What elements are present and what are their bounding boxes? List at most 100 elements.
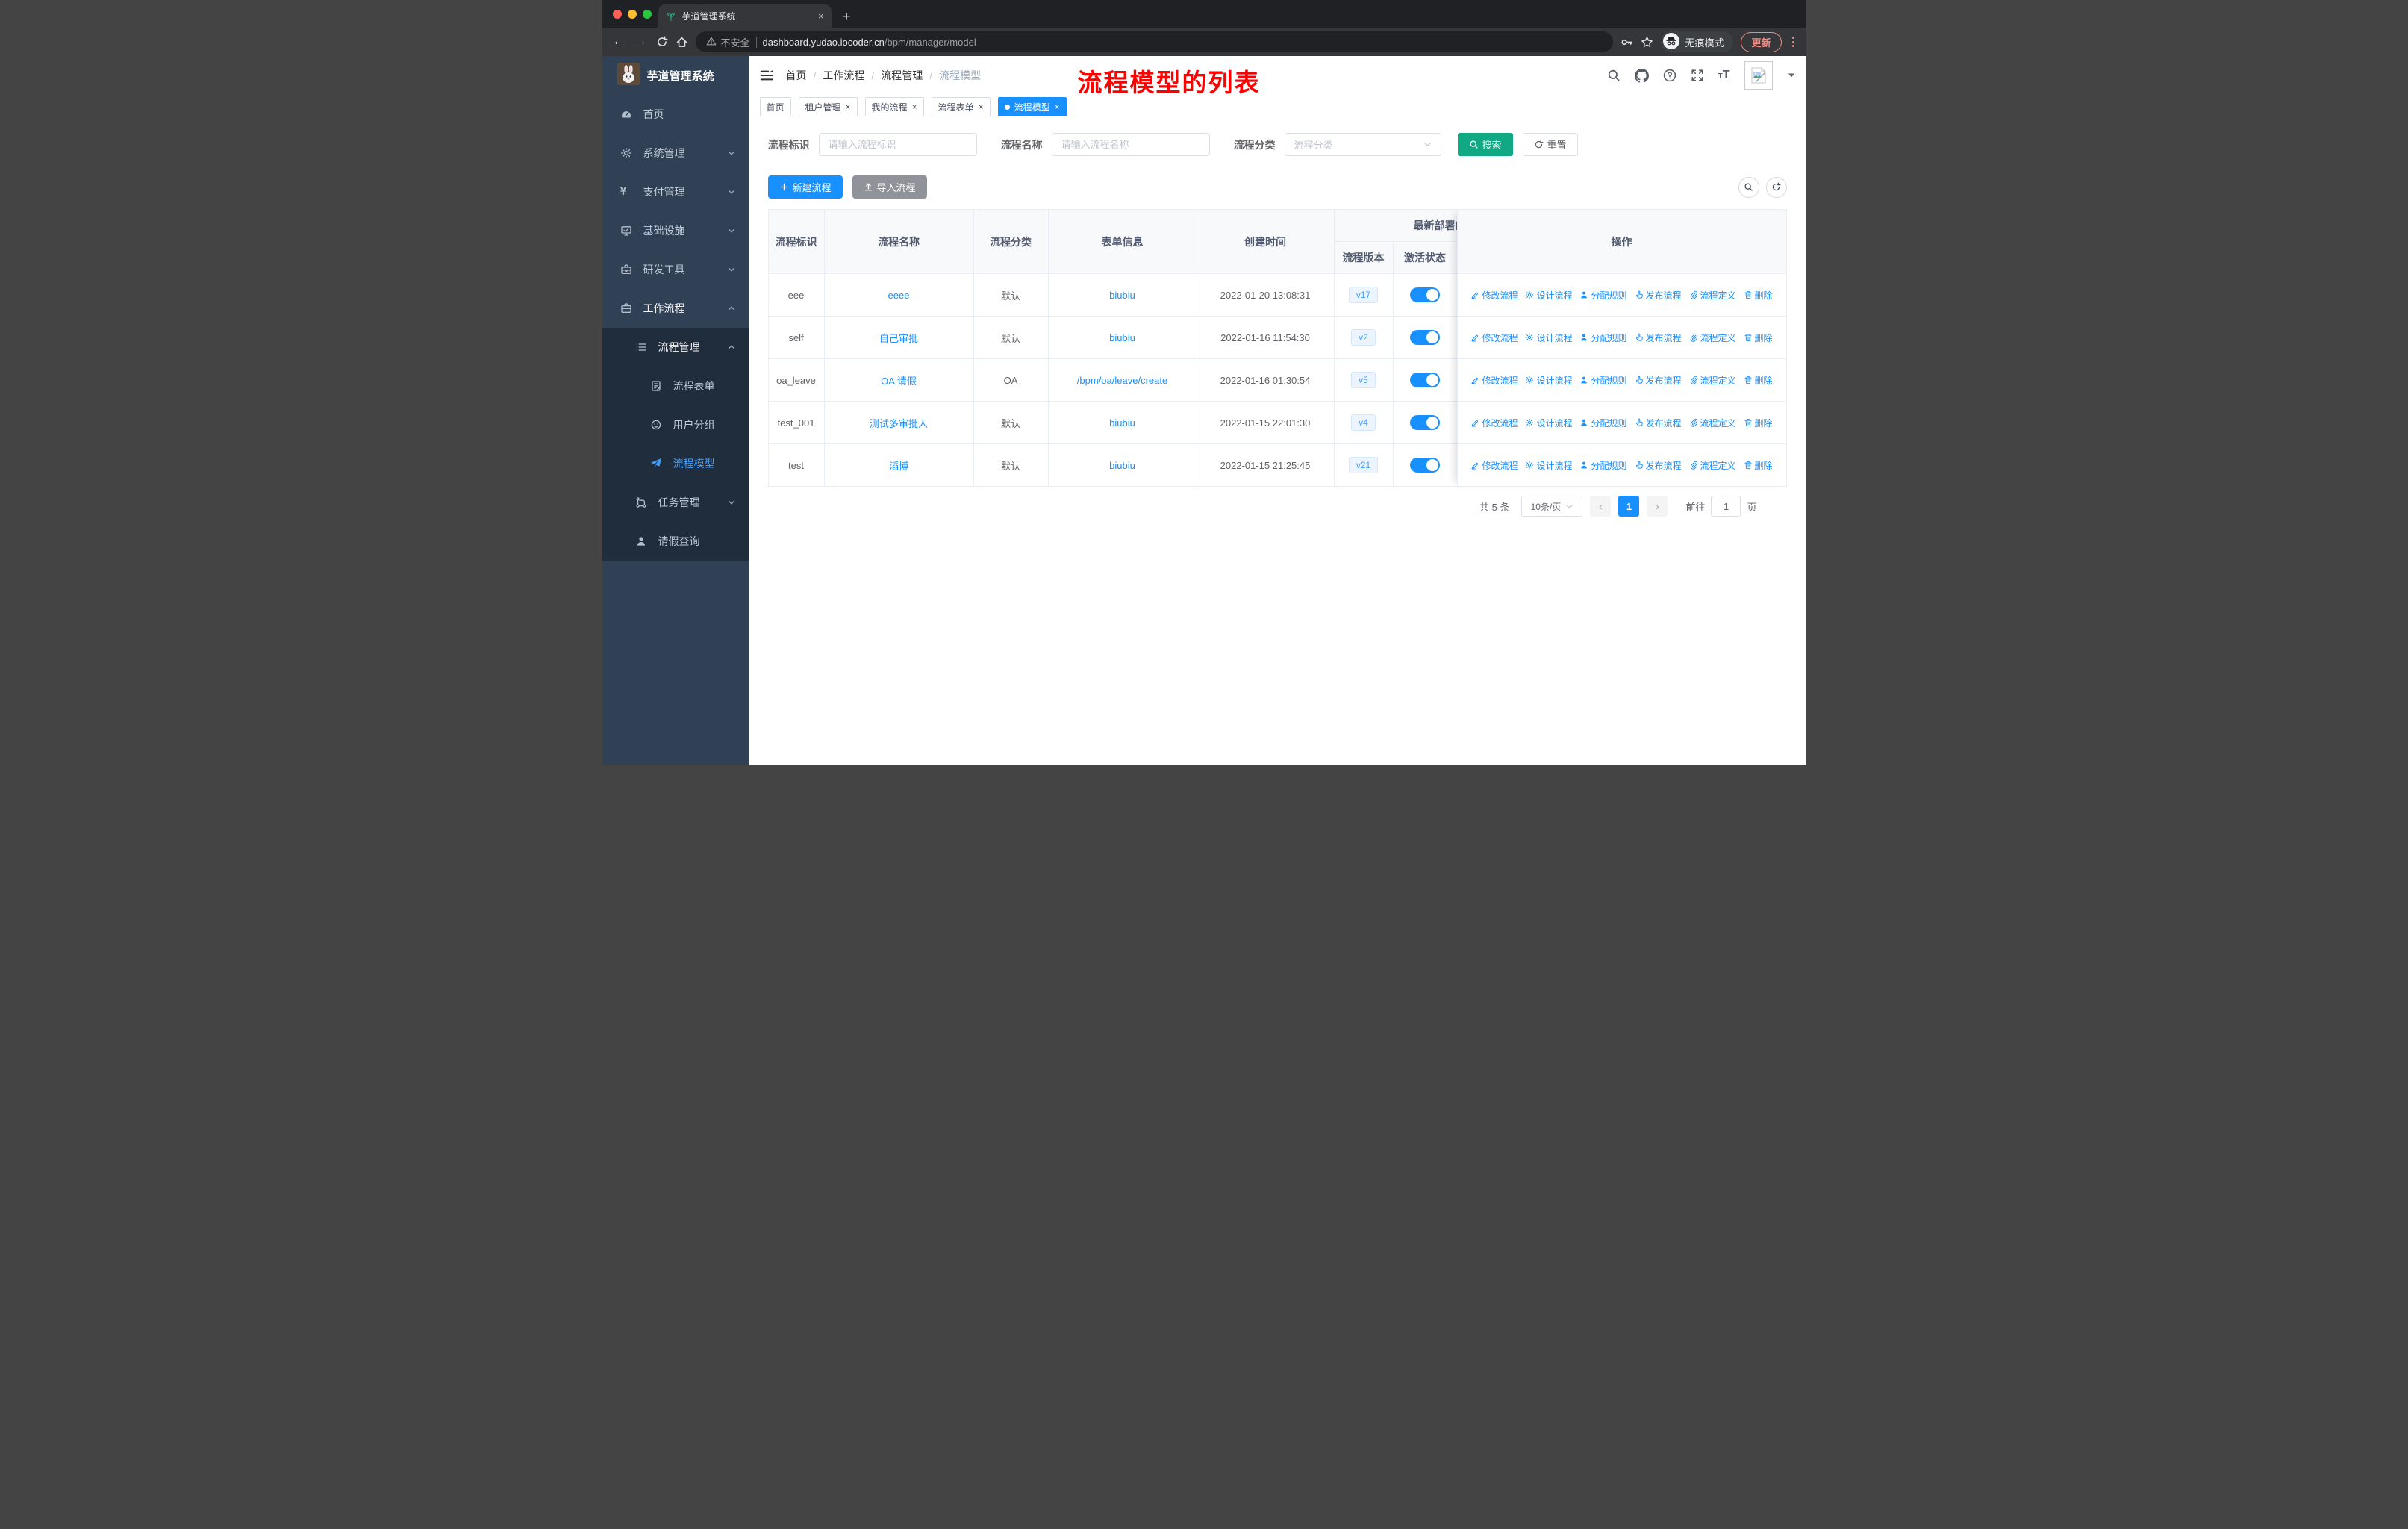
action-修改流程[interactable]: 修改流程 [1470, 331, 1518, 344]
tab-close-icon[interactable]: × [818, 10, 824, 22]
action-分配规则[interactable]: 分配规则 [1579, 374, 1627, 387]
current-page-button[interactable]: 1 [1618, 496, 1640, 517]
cell-form-info-link[interactable]: biubiu [1109, 290, 1135, 301]
reset-button[interactable]: 重置 [1522, 133, 1578, 156]
tag-租户管理[interactable]: 租户管理 × [798, 97, 858, 116]
cell-form-info-link[interactable]: biubiu [1109, 332, 1135, 343]
active-status-toggle[interactable] [1410, 373, 1440, 387]
address-bar[interactable]: 不安全 dashboard.yudao.iocoder.cn/bpm/manag… [695, 31, 1614, 52]
filter-category-select[interactable]: 流程分类 [1284, 133, 1441, 156]
action-分配规则[interactable]: 分配规则 [1579, 417, 1627, 429]
breadcrumb-item[interactable]: 工作流程 [823, 68, 864, 83]
tag-close-icon[interactable]: × [1055, 102, 1060, 111]
active-status-toggle[interactable] [1410, 458, 1440, 473]
action-分配规则[interactable]: 分配规则 [1579, 459, 1627, 472]
search-button[interactable]: 搜索 [1457, 133, 1513, 156]
browser-tab[interactable]: 芋道管理系统 × [658, 4, 832, 28]
sidebar-item-用户分组[interactable]: 用户分组 [602, 405, 749, 444]
sidebar-item-流程表单[interactable]: 流程表单 [602, 367, 749, 405]
action-流程定义[interactable]: 流程定义 [1689, 289, 1736, 302]
action-修改流程[interactable]: 修改流程 [1470, 459, 1518, 472]
new-tab-button[interactable]: + [843, 10, 851, 24]
bookmark-star-icon[interactable] [1641, 36, 1653, 49]
action-修改流程[interactable]: 修改流程 [1470, 374, 1518, 387]
action-删除[interactable]: 删除 [1744, 374, 1773, 387]
refresh-table-icon[interactable] [1765, 176, 1787, 198]
action-流程定义[interactable]: 流程定义 [1689, 459, 1736, 472]
sidebar-item-任务管理[interactable]: 任务管理 [602, 483, 749, 522]
sidebar-item-基础设施[interactable]: 基础设施 [602, 211, 749, 250]
tag-流程表单[interactable]: 流程表单 × [931, 97, 991, 116]
action-发布流程[interactable]: 发布流程 [1635, 289, 1682, 302]
action-修改流程[interactable]: 修改流程 [1470, 417, 1518, 429]
collapse-menu-icon[interactable] [760, 69, 774, 82]
sidebar-item-系统管理[interactable]: 系统管理 [602, 134, 749, 172]
import-process-button[interactable]: 导入流程 [852, 175, 927, 199]
cell-form-info-link[interactable]: biubiu [1109, 460, 1135, 471]
action-发布流程[interactable]: 发布流程 [1635, 331, 1682, 344]
sidebar-item-支付管理[interactable]: ¥ 支付管理 [602, 172, 749, 211]
sidebar-item-工作流程[interactable]: 工作流程 [602, 289, 749, 328]
tag-close-icon[interactable]: × [912, 102, 917, 111]
create-process-button[interactable]: 新建流程 [767, 175, 843, 199]
action-发布流程[interactable]: 发布流程 [1635, 374, 1682, 387]
action-设计流程[interactable]: 设计流程 [1525, 374, 1572, 387]
action-设计流程[interactable]: 设计流程 [1525, 459, 1572, 472]
cell-process-name-link[interactable]: 自己审批 [879, 333, 918, 344]
breadcrumb-item[interactable]: 首页 [786, 68, 807, 83]
next-page-button[interactable]: › [1647, 496, 1668, 517]
action-修改流程[interactable]: 修改流程 [1470, 289, 1518, 302]
forward-icon[interactable]: → [634, 35, 649, 49]
cell-process-name-link[interactable]: 滔博 [889, 461, 908, 472]
action-发布流程[interactable]: 发布流程 [1635, 417, 1682, 429]
active-status-toggle[interactable] [1410, 330, 1440, 345]
minimize-window-icon[interactable] [627, 10, 637, 19]
action-删除[interactable]: 删除 [1744, 417, 1773, 429]
action-发布流程[interactable]: 发布流程 [1635, 459, 1682, 472]
sidebar-item-流程模型[interactable]: 流程模型 [602, 444, 749, 483]
app-logo[interactable]: 芋道管理系统 [602, 56, 749, 95]
tag-流程模型[interactable]: 流程模型 × [997, 97, 1067, 116]
action-删除[interactable]: 删除 [1744, 331, 1773, 344]
sidebar-item-请假查询[interactable]: 请假查询 [602, 522, 749, 561]
fullscreen-icon[interactable] [1691, 69, 1704, 82]
back-icon[interactable]: ← [611, 35, 626, 49]
active-status-toggle[interactable] [1410, 415, 1440, 430]
page-size-select[interactable]: 10条/页 [1521, 496, 1583, 517]
action-流程定义[interactable]: 流程定义 [1689, 417, 1736, 429]
home-icon[interactable] [676, 36, 688, 49]
active-status-toggle[interactable] [1410, 287, 1440, 302]
sidebar-item-研发工具[interactable]: 研发工具 [602, 250, 749, 289]
filter-key-input[interactable] [818, 133, 977, 156]
reload-icon[interactable] [656, 36, 668, 48]
action-分配规则[interactable]: 分配规则 [1579, 289, 1627, 302]
filter-name-input[interactable] [1051, 133, 1210, 156]
zoom-window-icon[interactable] [642, 10, 652, 19]
action-删除[interactable]: 删除 [1744, 459, 1773, 472]
goto-page-input[interactable] [1711, 496, 1741, 517]
tag-我的流程[interactable]: 我的流程 × [864, 97, 924, 116]
cell-form-info-link[interactable]: biubiu [1109, 417, 1135, 429]
user-avatar-broken-image[interactable] [1744, 61, 1773, 90]
tag-close-icon[interactable]: × [979, 102, 984, 111]
github-icon[interactable] [1634, 68, 1649, 83]
close-window-icon[interactable] [612, 10, 622, 19]
cell-form-info-link[interactable]: /bpm/oa/leave/create [1077, 375, 1167, 386]
traffic-lights[interactable] [612, 10, 652, 19]
toggle-search-icon[interactable] [1738, 176, 1759, 198]
action-设计流程[interactable]: 设计流程 [1525, 289, 1572, 302]
sidebar-item-流程管理[interactable]: 流程管理 [602, 328, 749, 367]
browser-menu-icon[interactable] [1789, 37, 1797, 47]
breadcrumb-item[interactable]: 流程管理 [881, 68, 923, 83]
action-流程定义[interactable]: 流程定义 [1689, 331, 1736, 344]
action-设计流程[interactable]: 设计流程 [1525, 417, 1572, 429]
cell-process-name-link[interactable]: eeee [888, 290, 910, 301]
prev-page-button[interactable]: ‹ [1590, 496, 1612, 517]
action-删除[interactable]: 删除 [1744, 289, 1773, 302]
action-设计流程[interactable]: 设计流程 [1525, 331, 1572, 344]
action-流程定义[interactable]: 流程定义 [1689, 374, 1736, 387]
tag-首页[interactable]: 首页 [759, 97, 791, 116]
action-分配规则[interactable]: 分配规则 [1579, 331, 1627, 344]
update-button[interactable]: 更新 [1741, 31, 1782, 52]
font-size-icon[interactable]: TT [1718, 69, 1730, 82]
